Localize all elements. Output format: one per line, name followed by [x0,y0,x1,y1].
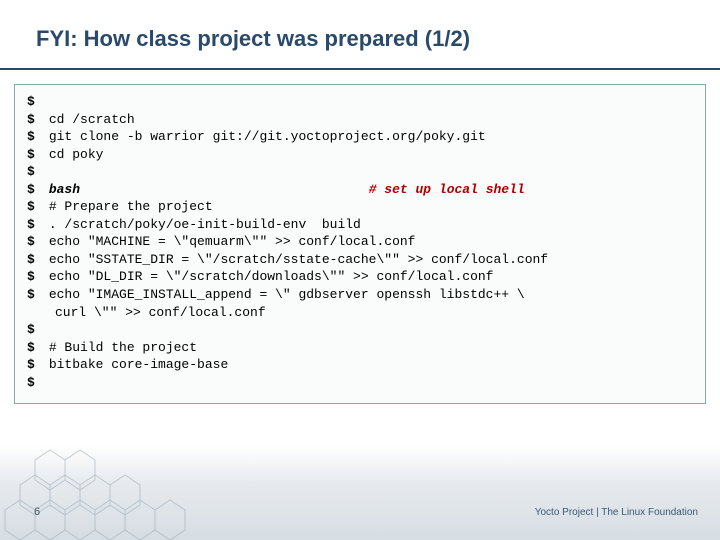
term-text: # Prepare the project [49,199,213,214]
terminal-block: $ $ cd /scratch $ git clone -b warrior g… [14,84,706,404]
term-comment: # set up local shell [369,182,525,197]
title-divider [0,68,720,70]
term-text: git clone -b warrior git://git.yoctoproj… [49,129,486,144]
term-text: bitbake core-image-base [49,357,228,372]
term-bash: bash [49,182,80,197]
term-text: . /scratch/poky/oe-init-build-env build [49,217,361,232]
term-line: $ cd /scratch [27,111,693,129]
term-text: cd /scratch [49,112,135,127]
term-line: $ echo "MACHINE = \"qemuarm\"" >> conf/l… [27,233,693,251]
term-text: echo "MACHINE = \"qemuarm\"" >> conf/loc… [49,234,416,249]
term-text: cd poky [49,147,104,162]
term-line: $ # Build the project [27,339,693,357]
term-line-continuation: curl \"" >> conf/local.conf [27,304,693,322]
page-title: FYI: How class project was prepared (1/2… [0,0,720,68]
term-line: $ bash # set up local shell [27,181,693,199]
term-text: echo "DL_DIR = \"/scratch/downloads\"" >… [49,269,494,284]
term-line: $ cd poky [27,146,693,164]
term-text: # Build the project [49,340,197,355]
term-line: $ . /scratch/poky/oe-init-build-env buil… [27,216,693,234]
term-line: $ [27,374,693,392]
term-text: echo "SSTATE_DIR = \"/scratch/sstate-cac… [49,252,548,267]
term-line: $ echo "IMAGE_INSTALL_append = \" gdbser… [27,286,693,304]
term-line: $ [27,163,693,181]
hexagon-pattern-icon [0,430,260,540]
footer-text: Yocto Project | The Linux Foundation [535,507,698,518]
term-line: $ git clone -b warrior git://git.yoctopr… [27,128,693,146]
term-line: $ echo "SSTATE_DIR = \"/scratch/sstate-c… [27,251,693,269]
term-line: $ [27,93,693,111]
page-number: 6 [34,506,40,518]
term-line: $ # Prepare the project [27,198,693,216]
term-text: curl \"" >> conf/local.conf [55,305,266,320]
term-line: $ echo "DL_DIR = \"/scratch/downloads\""… [27,268,693,286]
term-line: $ [27,321,693,339]
term-text: echo "IMAGE_INSTALL_append = \" gdbserve… [49,287,525,302]
term-line: $ bitbake core-image-base [27,356,693,374]
